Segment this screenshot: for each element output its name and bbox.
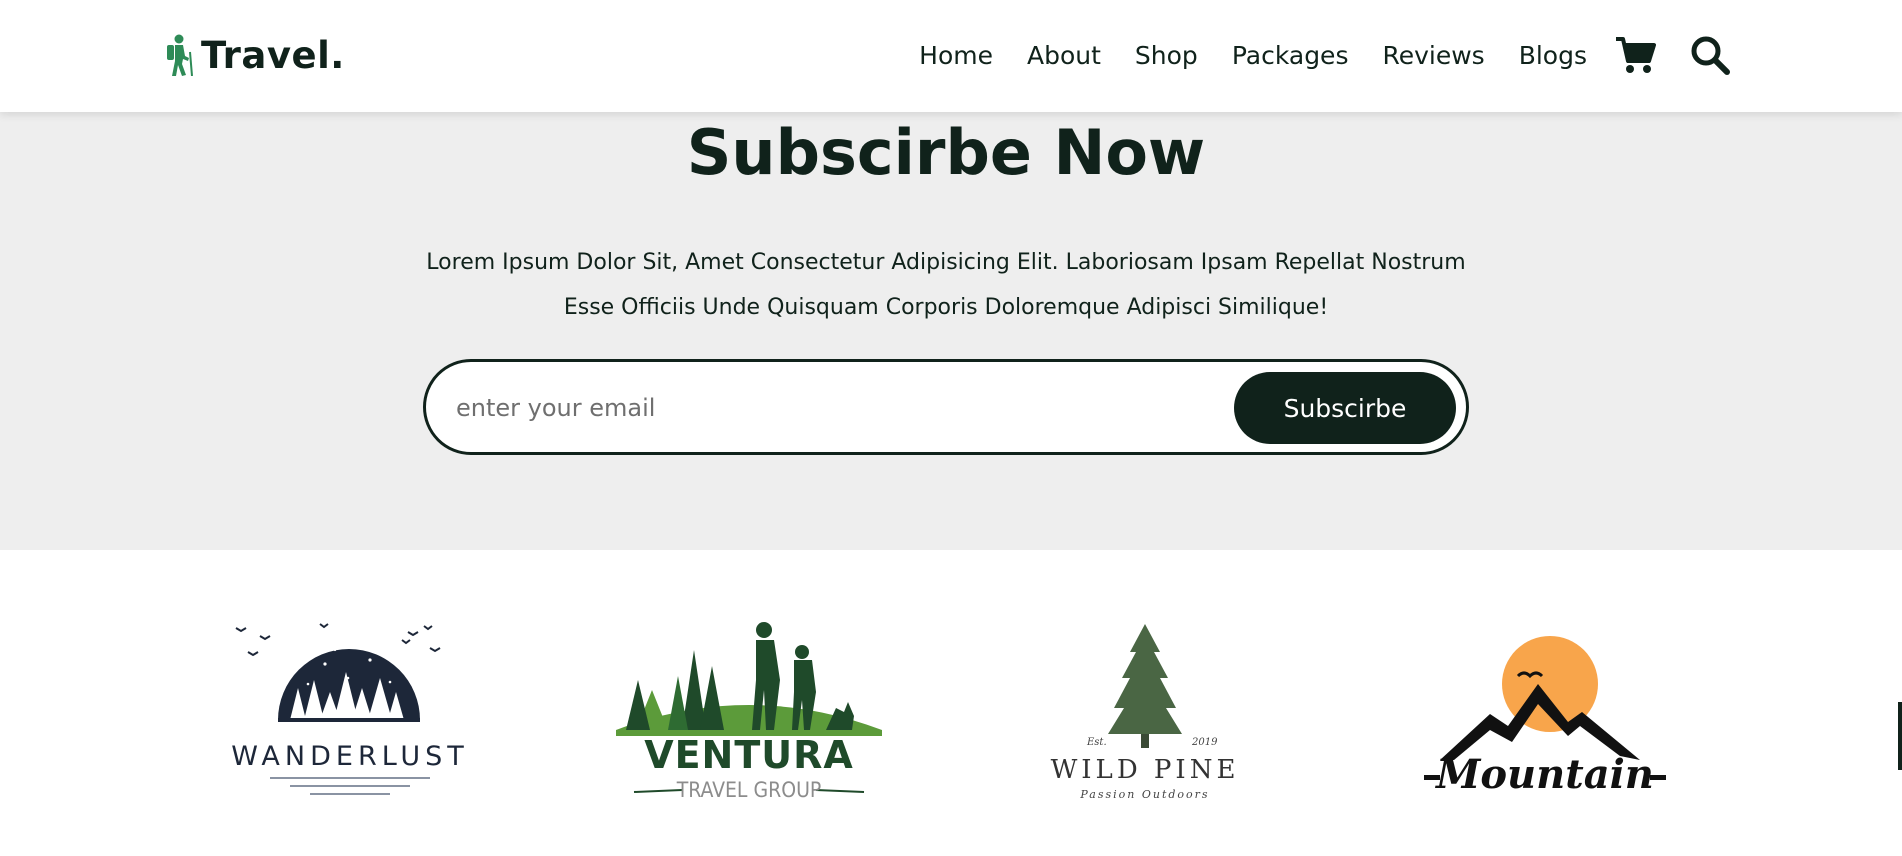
nav-blogs[interactable]: Blogs (1519, 41, 1587, 70)
wanderlust-logo: WANDERLUST (231, 623, 469, 795)
logo[interactable]: Travel. (163, 30, 345, 80)
nav-home[interactable]: Home (919, 41, 993, 70)
ventura-text: VENTURA (644, 733, 854, 777)
hiker-icon (167, 34, 193, 76)
nav-reviews[interactable]: Reviews (1382, 41, 1484, 70)
wild-pine-logo: Est. 2019 WILD PINE Passion Outdoors (1051, 624, 1240, 801)
scroll-edge-marker (1898, 702, 1902, 770)
header-icons (1614, 30, 1730, 80)
wild-pine-est: Est. (1086, 737, 1107, 748)
search-icon[interactable] (1690, 35, 1730, 75)
wild-pine-year: 2019 (1191, 737, 1218, 748)
wild-pine-tagline: Passion Outdoors (1079, 788, 1209, 801)
brand-wild-pine: Est. 2019 WILD PINE Passion Outdoors (1050, 622, 1240, 816)
nav-packages[interactable]: Packages (1232, 41, 1349, 70)
site-header: Travel. Home About Shop Packages Reviews… (0, 0, 1902, 112)
logo-text: Travel. (201, 33, 345, 77)
wild-pine-text: WILD PINE (1051, 755, 1240, 785)
nav-shop[interactable]: Shop (1135, 41, 1198, 70)
mountain-text: Mountain (1434, 751, 1654, 798)
ventura-tagline: TRAVEL GROUP (676, 778, 822, 800)
subscribe-text-line2: Esse Officiis Unde Quisquam Corporis Dol… (563, 295, 1329, 320)
subscribe-description: Lorem Ipsum Dolor Sit, Amet Consectetur … (396, 240, 1496, 330)
ventura-logo: VENTURA TRAVEL GROUP (616, 622, 882, 802)
mountain-logo: Mountain (1424, 636, 1666, 798)
shopping-cart-icon[interactable] (1614, 36, 1656, 74)
brand-wanderlust: WANDERLUST (230, 622, 470, 816)
brand-ventura: VENTURA TRAVEL GROUP (616, 620, 882, 804)
subscribe-text-line1: Lorem Ipsum Dolor Sit, Amet Consectetur … (426, 250, 1466, 275)
subscribe-title: Subscirbe Now (686, 116, 1206, 189)
subscribe-form: Subscirbe (423, 359, 1469, 455)
subscribe-button[interactable]: Subscirbe (1234, 372, 1456, 444)
brand-mountain: Mountain (1420, 634, 1670, 806)
wanderlust-text: WANDERLUST (231, 741, 469, 772)
nav-about[interactable]: About (1027, 41, 1101, 70)
brand-logos: WANDERLUST VENTURA TRAVEL GROUP Est. 201… (0, 550, 1902, 856)
subscribe-section: Subscirbe Now Lorem Ipsum Dolor Sit, Ame… (0, 112, 1902, 550)
main-nav: Home About Shop Packages Reviews Blogs (919, 30, 1587, 80)
email-input[interactable] (454, 384, 1218, 432)
